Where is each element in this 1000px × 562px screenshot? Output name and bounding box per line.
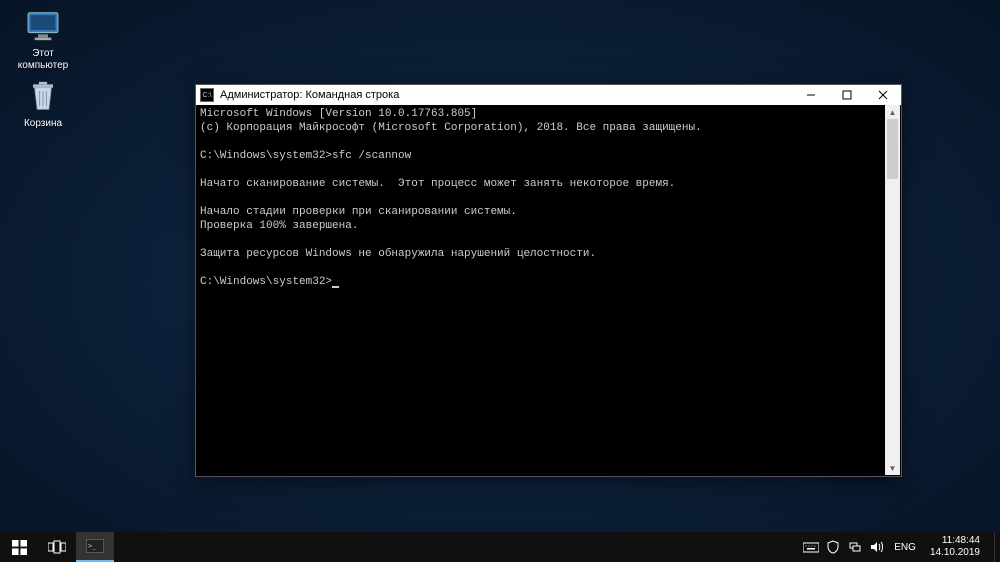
system-tray: ENG 11:48:44 14.10.2019	[802, 532, 994, 562]
maximize-button[interactable]	[829, 85, 865, 105]
tray-security-icon[interactable]	[824, 532, 842, 562]
tray-time: 11:48:44	[930, 535, 980, 547]
taskbar-spacer	[114, 532, 802, 562]
taskbar: >_ ENG 11:48:44 14.10.2019	[0, 532, 1000, 562]
svg-text:>_: >_	[88, 542, 97, 550]
tray-language[interactable]: ENG	[890, 542, 920, 553]
window-controls	[793, 85, 901, 105]
show-desktop-button[interactable]	[994, 532, 1000, 562]
tray-volume-icon[interactable]	[868, 532, 886, 562]
computer-icon	[23, 6, 63, 46]
taskbar-cmd-button[interactable]: >_	[76, 532, 114, 562]
cmd-body[interactable]: Microsoft Windows [Version 10.0.17763.80…	[196, 105, 901, 476]
tray-network-icon[interactable]	[846, 532, 864, 562]
cmd-line: C:\Windows\system32>sfc /scannow	[200, 150, 411, 162]
cursor	[332, 286, 339, 288]
minimize-button[interactable]	[793, 85, 829, 105]
cmd-icon: C:\	[200, 88, 214, 102]
cmd-window: C:\ Администратор: Командная строка Micr…	[195, 84, 902, 477]
cmd-line: Защита ресурсов Windows не обнаружила на…	[200, 248, 596, 260]
desktop-icon-label: Корзина	[8, 118, 78, 130]
start-button[interactable]	[0, 532, 38, 562]
cmd-prompt: C:\Windows\system32>	[200, 276, 332, 288]
cmd-line: Начато сканирование системы. Этот процес…	[200, 178, 675, 190]
desktop-icon-recycle-bin[interactable]: Корзина	[8, 76, 78, 130]
cmd-titlebar[interactable]: C:\ Администратор: Командная строка	[196, 85, 901, 105]
cmd-line: (c) Корпорация Майкрософт (Microsoft Cor…	[200, 122, 702, 134]
tray-date: 14.10.2019	[930, 547, 980, 559]
task-view-button[interactable]	[38, 532, 76, 562]
tray-keyboard-icon[interactable]	[802, 532, 820, 562]
desktop-icon-label: Этот компьютер	[8, 48, 78, 72]
scroll-down-arrow[interactable]: ▼	[885, 461, 900, 475]
recycle-bin-icon	[23, 76, 63, 116]
cmd-title: Администратор: Командная строка	[218, 89, 793, 101]
desktop: Этот компьютер Корзина C:\ Администратор…	[0, 0, 1000, 532]
cmd-line: Microsoft Windows [Version 10.0.17763.80…	[200, 108, 477, 120]
tray-clock[interactable]: 11:48:44 14.10.2019	[924, 535, 986, 559]
cmd-line: Проверка 100% завершена.	[200, 220, 358, 232]
cmd-line: Начало стадии проверки при сканировании …	[200, 206, 517, 218]
scrollbar[interactable]: ▲ ▼	[885, 105, 900, 475]
close-button[interactable]	[865, 85, 901, 105]
desktop-icon-this-pc[interactable]: Этот компьютер	[8, 6, 78, 72]
scroll-up-arrow[interactable]: ▲	[885, 105, 900, 119]
scroll-thumb[interactable]	[887, 119, 898, 179]
